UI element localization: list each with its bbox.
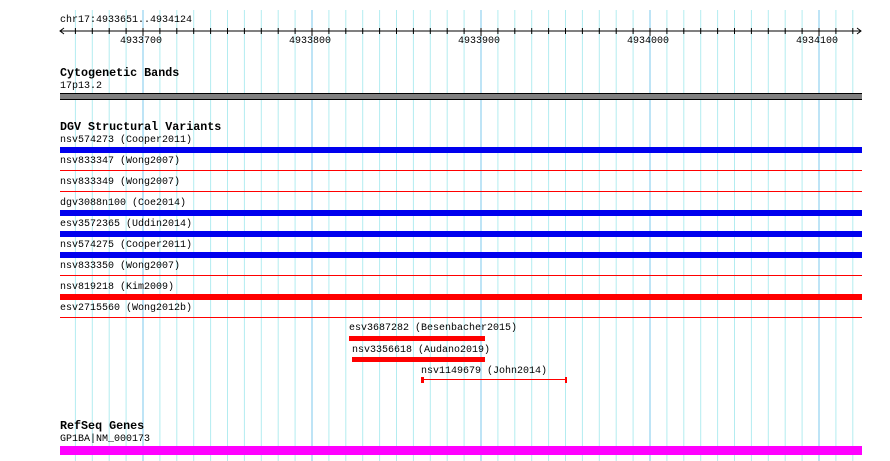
variant-label: esv3572365 (Uddin2014) (60, 219, 193, 230)
variant-label: nsv574275 (Cooper2011) (60, 240, 193, 251)
tick-label: 4933700 (120, 36, 163, 47)
tick-label: 4934100 (796, 36, 839, 47)
variant-bar[interactable] (60, 147, 862, 153)
variant-bar[interactable] (60, 252, 862, 258)
variant-label: nsv3356618 (Audano2019) (352, 345, 491, 356)
variant-label: esv3687282 (Besenbacher2015) (349, 323, 518, 334)
variant-label: nsv819218 (Kim2009) (60, 282, 175, 293)
variant-label: nsv833350 (Wong2007) (60, 261, 181, 272)
cytoband-label: 17p13.2 (60, 81, 103, 92)
cytoband-bar[interactable] (60, 93, 862, 100)
dgv-track-title: DGV Structural Variants (60, 120, 222, 134)
variant-bar[interactable] (60, 294, 862, 300)
variant-line[interactable] (421, 379, 567, 380)
tick-label: 4933800 (289, 36, 332, 47)
variant-bar[interactable] (60, 317, 862, 318)
region-label: chr17:4933651..4934124 (60, 15, 193, 26)
variant-end-cap (565, 377, 567, 383)
variant-label: dgv3088n100 (Coe2014) (60, 198, 187, 209)
variant-start-cap (421, 377, 424, 383)
variant-label: nsv574273 (Cooper2011) (60, 135, 193, 146)
variant-bar[interactable] (60, 231, 862, 237)
variant-bar[interactable] (60, 210, 862, 216)
ruler-axis (59, 27, 862, 35)
variant-bar[interactable] (60, 275, 862, 276)
tick-label: 4934000 (627, 36, 670, 47)
variant-bar[interactable] (349, 336, 485, 341)
variant-bar[interactable] (352, 357, 485, 362)
variant-label: nsv833347 (Wong2007) (60, 156, 181, 167)
variant-bar[interactable] (60, 170, 862, 171)
refseq-track-title: RefSeq Genes (60, 419, 145, 433)
variant-bar[interactable] (60, 191, 862, 192)
refseq-gene-label: GP1BA|NM_000173 (60, 434, 151, 445)
variant-label: esv2715560 (Wong2012b) (60, 303, 193, 314)
refseq-gene-bar[interactable] (60, 446, 862, 455)
tick-label: 4933900 (458, 36, 501, 47)
cytoband-track-title: Cytogenetic Bands (60, 66, 180, 80)
variant-label: nsv1149679 (John2014) (421, 366, 548, 377)
variant-label: nsv833349 (Wong2007) (60, 177, 181, 188)
